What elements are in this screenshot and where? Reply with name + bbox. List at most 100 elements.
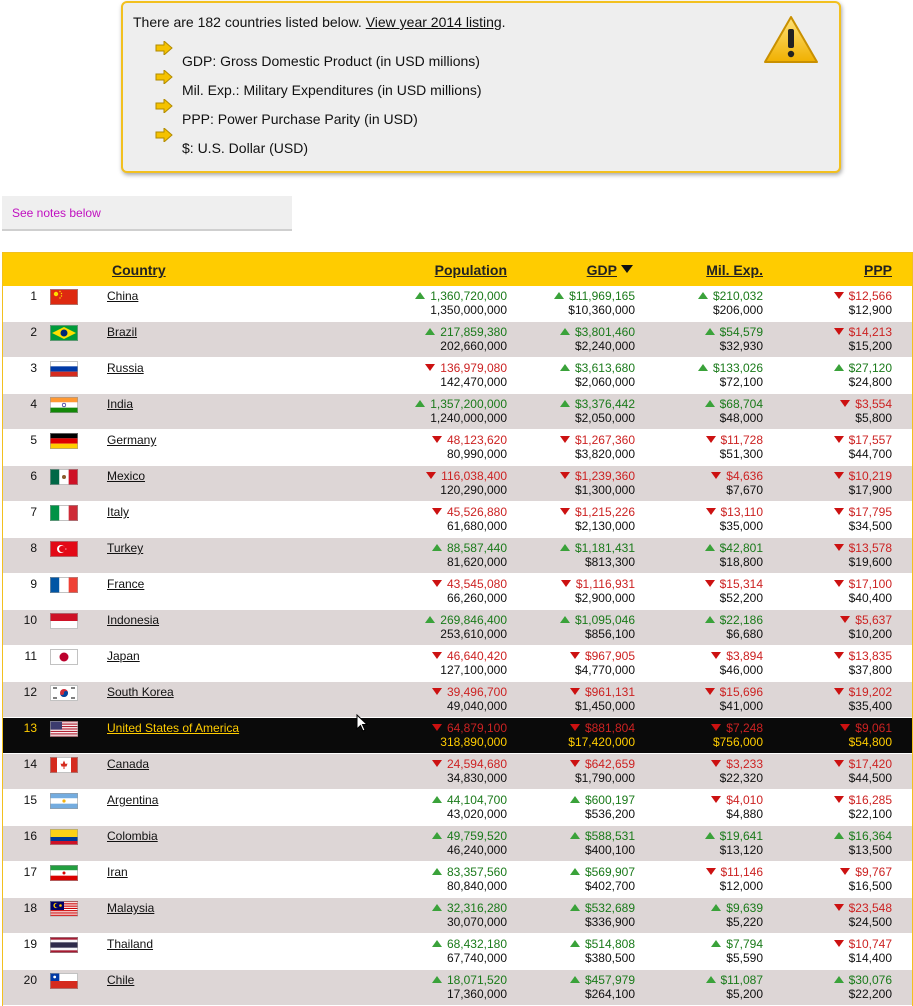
- country-link[interactable]: Iran: [107, 865, 128, 879]
- mil-exp-cell: $54,579 $32,930: [643, 325, 763, 353]
- gdp-current: $588,531: [505, 829, 635, 843]
- flag-fr-icon: [50, 577, 78, 593]
- mil-exp-current-value: $9,639: [726, 901, 763, 915]
- country-link[interactable]: Indonesia: [107, 613, 159, 627]
- population-current-value: 217,859,380: [440, 325, 507, 339]
- country-link[interactable]: China: [107, 289, 138, 303]
- mil-exp-previous: $51,300: [719, 447, 763, 461]
- trend-down-icon: [711, 652, 722, 660]
- country-link[interactable]: Colombia: [107, 829, 158, 843]
- country-link[interactable]: Argentina: [107, 793, 158, 807]
- ppp-current: $17,100: [772, 577, 892, 591]
- ppp-cell: $17,100 $40,400: [772, 577, 892, 605]
- gdp-current-value: $588,531: [584, 829, 635, 843]
- mil-exp-current-value: $11,146: [720, 865, 764, 879]
- ppp-current-value: $27,120: [848, 361, 892, 375]
- trend-down-icon: [840, 616, 851, 624]
- sort-descending-icon: [621, 265, 633, 274]
- gdp-current-value: $457,979: [584, 973, 635, 987]
- gdp-current: $3,376,442: [505, 397, 635, 411]
- ppp-previous: $15,200: [848, 339, 892, 353]
- country-column-header[interactable]: Country: [112, 262, 166, 278]
- population-current: 43,545,080: [347, 577, 507, 591]
- country-link[interactable]: France: [107, 577, 144, 591]
- ppp-current: $27,120: [772, 361, 892, 375]
- ppp-previous: $34,500: [848, 519, 892, 533]
- country-link[interactable]: Brazil: [107, 325, 137, 339]
- population-current-value: 24,594,680: [446, 757, 507, 771]
- country-link[interactable]: India: [107, 397, 133, 411]
- ppp-previous: $22,200: [848, 987, 892, 1001]
- gdp-cell: $967,905 $4,770,000: [505, 649, 635, 677]
- country-link[interactable]: Thailand: [107, 937, 153, 951]
- country-link[interactable]: Japan: [107, 649, 140, 663]
- gdp-cell: $588,531 $400,100: [505, 829, 635, 857]
- country-link[interactable]: Turkey: [107, 541, 143, 555]
- mil-exp-column-header[interactable]: Mil. Exp.: [706, 262, 763, 278]
- country-link[interactable]: Malaysia: [107, 901, 154, 915]
- trend-up-icon: [431, 544, 442, 552]
- ppp-current: $3,554: [772, 397, 892, 411]
- gdp-current: $3,801,460: [505, 325, 635, 339]
- mil-exp-current: $4,636: [643, 469, 763, 483]
- mil-exp-cell: $13,110 $35,000: [643, 505, 763, 533]
- ppp-column-header[interactable]: PPP: [864, 262, 892, 278]
- gdp-previous: $856,100: [584, 627, 635, 641]
- view-2014-listing-link[interactable]: View year 2014 listing: [366, 14, 502, 30]
- population-cell: 32,316,280 30,070,000: [347, 901, 507, 929]
- gdp-current: $1,267,360: [505, 433, 635, 447]
- mil-exp-previous: $72,100: [719, 375, 763, 389]
- rank-cell: 1: [30, 289, 37, 303]
- country-link[interactable]: South Korea: [107, 685, 174, 699]
- country-link[interactable]: Mexico: [107, 469, 145, 483]
- mil-exp-current-value: $13,110: [720, 505, 764, 519]
- mil-exp-previous: $35,000: [719, 519, 763, 533]
- mil-exp-current-value: $3,233: [726, 757, 763, 771]
- country-link[interactable]: Germany: [107, 433, 156, 447]
- ppp-previous: $17,900: [848, 483, 892, 497]
- gdp-previous: $2,060,000: [574, 375, 635, 389]
- ppp-previous: $44,700: [848, 447, 892, 461]
- mil-exp-current-value: $210,032: [712, 289, 763, 303]
- ppp-current-value: $9,061: [855, 721, 892, 735]
- population-column-header[interactable]: Population: [435, 262, 507, 278]
- ppp-cell: $30,076 $22,200: [772, 973, 892, 1001]
- flag-br-icon: [50, 325, 78, 341]
- trend-down-icon: [569, 760, 580, 768]
- arrow-right-icon: [155, 70, 173, 84]
- gdp-previous: $1,300,000: [574, 483, 635, 497]
- population-current-value: 88,587,440: [446, 541, 507, 555]
- see-notes-link[interactable]: See notes below: [12, 206, 101, 220]
- mil-exp-cell: $7,794 $5,590: [643, 937, 763, 965]
- country-link[interactable]: Chile: [107, 973, 134, 987]
- gdp-previous: $336,900: [584, 915, 635, 929]
- gdp-column-header[interactable]: GDP: [587, 262, 633, 278]
- mil-exp-current-value: $11,087: [720, 973, 764, 987]
- population-current-value: 64,879,100: [446, 721, 507, 735]
- gdp-current-value: $1,239,360: [574, 469, 635, 483]
- table-row: 6 Mexico 116,038,400 120,290,000 $1,239,360 $…: [3, 466, 912, 502]
- population-current: 18,071,520: [347, 973, 507, 987]
- trend-down-icon: [704, 580, 715, 588]
- country-link[interactable]: United States of America: [107, 721, 239, 735]
- trend-down-icon: [833, 760, 844, 768]
- population-previous: 46,240,000: [446, 843, 507, 857]
- gdp-current-value: $514,808: [584, 937, 635, 951]
- population-cell: 43,545,080 66,260,000: [347, 577, 507, 605]
- trend-up-icon: [705, 976, 716, 984]
- mil-exp-cell: $3,233 $22,320: [643, 757, 763, 785]
- trend-up-icon: [711, 940, 722, 948]
- mil-exp-cell: $68,704 $48,000: [643, 397, 763, 425]
- gdp-current: $967,905: [505, 649, 635, 663]
- arrow-right-icon: [155, 99, 173, 113]
- country-link[interactable]: Canada: [107, 757, 149, 771]
- country-link[interactable]: Russia: [107, 361, 144, 375]
- mil-exp-current: $15,696: [643, 685, 763, 699]
- ppp-cell: $9,767 $16,500: [772, 865, 892, 893]
- trend-down-icon: [431, 508, 442, 516]
- mil-exp-current-value: $68,704: [719, 397, 763, 411]
- mil-exp-previous: $13,120: [719, 843, 763, 857]
- gdp-previous: $2,130,000: [574, 519, 635, 533]
- flag-th-icon: [50, 937, 78, 953]
- country-link[interactable]: Italy: [107, 505, 129, 519]
